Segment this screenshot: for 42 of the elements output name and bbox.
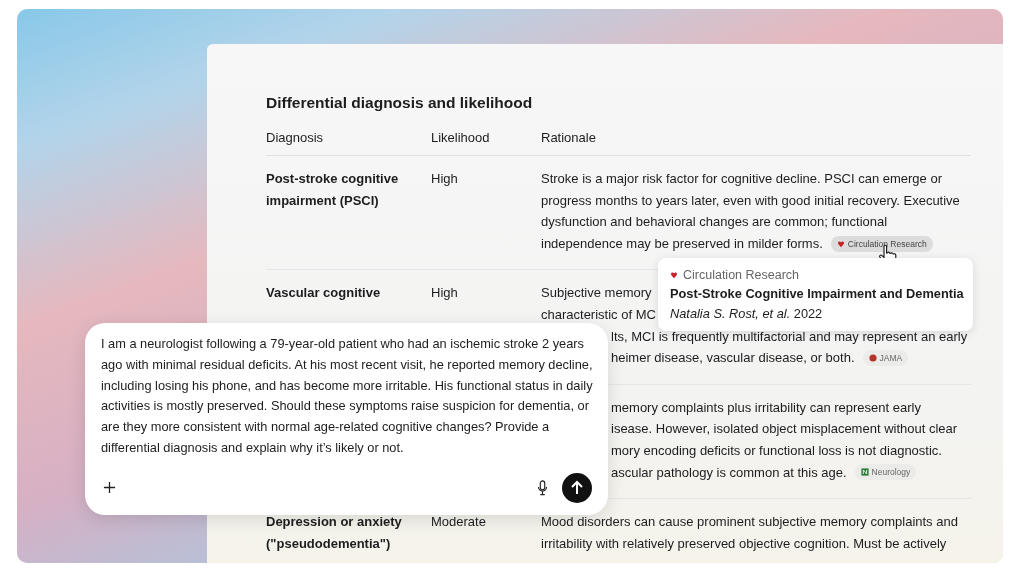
likelihood-text: High <box>431 285 458 301</box>
diagnosis-text: Post-stroke cognitive <box>266 170 399 188</box>
add-icon[interactable] <box>103 481 116 495</box>
rationale-text: dysfunction and behavioral changes are common; functional <box>541 213 888 232</box>
heart-icon <box>670 271 678 279</box>
likelihood-text: High <box>431 171 458 186</box>
heart-icon <box>836 239 845 248</box>
diagnosis-text: Vascular cognitive <box>266 284 381 303</box>
source-chip[interactable]: Circulation Research <box>830 235 933 252</box>
rationale-text: progress months to years later, even with good initial recovery. Executive <box>541 191 960 210</box>
likelihood-text: Moderate <box>431 514 486 530</box>
rationale-text: heimer disease, vascular disease, or both. <box>611 349 855 368</box>
rationale-text: Subjective memory <box>541 284 652 303</box>
rationale-text: isease. However, isolated object misplacement without clear <box>611 420 958 439</box>
rationale-text: lts, MCI is frequently multifactorial and may represent an early <box>611 327 968 346</box>
send-button[interactable] <box>562 472 592 503</box>
article-authors: Natalia S. Rost, et al. <box>670 306 791 321</box>
source-chip[interactable]: Neurology <box>854 464 917 481</box>
diagnosis-text: Depression or anxiety <box>266 513 402 532</box>
rationale-text: Mood disorders can cause prominent subjective memory complaints and <box>541 513 958 532</box>
section-title: Differential diagnosis and likelihood <box>266 94 534 112</box>
rationale-text: Stroke is a major risk factor for cognitive decline. PSCI can emerge or <box>541 170 942 188</box>
rationale-text: mory encoding deficits or functional loss is not diagnostic. <box>611 441 942 460</box>
rationale-text: memory complaints plus irritability can represent early <box>611 398 921 417</box>
journal-logo-icon <box>868 353 877 362</box>
column-header: Rationale <box>541 130 597 145</box>
rationale-text: ascular pathology is common at this age. <box>611 463 847 482</box>
prompt-text: I am a neurologist following a 79-year-old patient who had an ischemic stroke 2 years ago with minimal residual deficits. At his most recent visit, he reported memory decline, including losing his phone, and has become more irritable. His functional status in daily activities is mostly preserved. Should these symptoms raise suspicion for dementia, or are they more consistent with normal age-related cognitive changes? Provide a differential diagnosis and explain why it’s likely or not. <box>101 335 593 457</box>
journal-name: Circulation Research <box>683 267 800 284</box>
prompt-box[interactable] <box>85 323 608 515</box>
arrow-up-icon <box>569 479 585 496</box>
rationale-text: independence may be preserved in milder forms. <box>541 234 823 253</box>
diagnosis-text: ("pseudodementia") <box>266 535 391 554</box>
rationale-text: irritability with relatively preserved objective cognition. Must be actively <box>541 534 947 553</box>
diagnosis-text: impairment (PSCI) <box>266 192 379 210</box>
column-header: Likelihood <box>431 130 491 145</box>
column-header: Diagnosis <box>266 130 325 145</box>
article-year: 2022 <box>793 306 823 321</box>
journal-logo-icon <box>860 468 869 477</box>
rationale-text: characteristic of MC <box>541 305 656 324</box>
microphone-icon[interactable] <box>537 479 548 496</box>
source-chip[interactable]: JAMA <box>862 349 909 366</box>
